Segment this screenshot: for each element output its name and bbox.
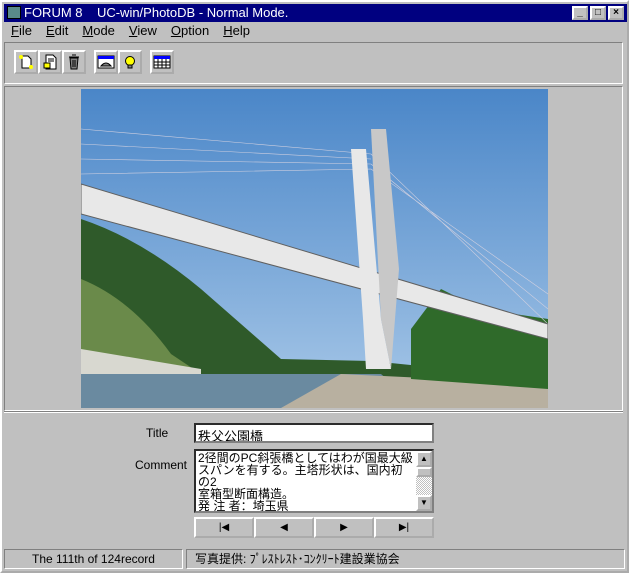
title-input[interactable]: 秩父公園橋: [194, 423, 434, 443]
toolbar: [4, 42, 623, 84]
camera-app-icon: [7, 6, 21, 19]
menu-help[interactable]: Help: [216, 22, 257, 40]
status-credit: 写真提供: ﾌﾟﾚｽﾄﾚｽﾄ･ｺﾝｸﾘｰﾄ建設業協会: [186, 549, 625, 569]
first-record-button[interactable]: |◀: [194, 517, 254, 538]
title-label: Title: [146, 426, 169, 440]
edit-button[interactable]: [38, 50, 62, 74]
comment-label: Comment: [135, 458, 188, 472]
scroll-thumb[interactable]: [416, 467, 432, 477]
lightbulb-icon: [125, 56, 135, 69]
new-button[interactable]: [14, 50, 38, 74]
comment-text: 2径間のPC斜張橋としてはわが国最大級 スパンを有する。主塔形状は、国内初の2 …: [198, 451, 413, 513]
table-icon: [153, 55, 171, 69]
hint-button[interactable]: [118, 50, 142, 74]
comment-scrollbar[interactable]: ▲ ▼: [416, 451, 432, 511]
menu-edit[interactable]: Edit: [39, 22, 75, 40]
status-record: The 111th of 124record: [4, 549, 183, 569]
list-button[interactable]: [150, 50, 174, 74]
scroll-up-button[interactable]: ▲: [416, 451, 432, 467]
new-icon: [19, 55, 33, 69]
window-title: FORUM 8 UC-win/PhotoDB - Normal Mode.: [24, 5, 289, 20]
menu-option[interactable]: Option: [164, 22, 216, 40]
menu-view[interactable]: View: [122, 22, 164, 40]
trash-icon: [69, 54, 79, 70]
menu-mode[interactable]: Mode: [75, 22, 122, 40]
close-button[interactable]: ×: [608, 6, 624, 20]
comment-textarea[interactable]: 2径間のPC斜張橋としてはわが国最大級 スパンを有する。主塔形状は、国内初の2 …: [194, 449, 434, 513]
scroll-down-button[interactable]: ▼: [416, 495, 432, 511]
edit-icon: [43, 54, 57, 70]
divider: [4, 411, 623, 413]
prev-record-button[interactable]: ◀: [254, 517, 314, 538]
slideshow-button[interactable]: [94, 50, 118, 74]
photo: [81, 89, 548, 408]
maximize-button[interactable]: □: [590, 6, 606, 20]
last-record-button[interactable]: ▶|: [374, 517, 434, 538]
menu-bar: File Edit Mode View Option Help: [4, 22, 257, 40]
delete-button[interactable]: [62, 50, 86, 74]
slideshow-icon: [97, 55, 115, 69]
title-bar: FORUM 8 UC-win/PhotoDB - Normal Mode. _ …: [4, 4, 627, 22]
minimize-button[interactable]: _: [572, 6, 588, 20]
menu-file[interactable]: File: [4, 22, 39, 40]
next-record-button[interactable]: ▶: [314, 517, 374, 538]
